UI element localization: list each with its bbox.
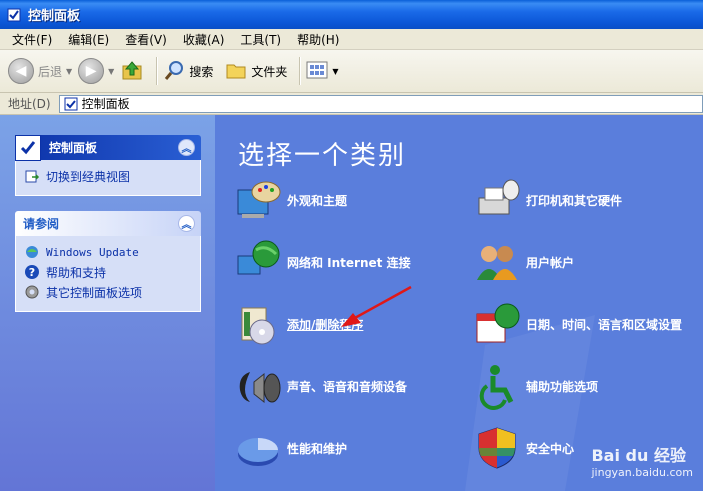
network-icon — [233, 237, 283, 287]
back-button[interactable]: ◀ 后退 ▼ — [8, 58, 72, 84]
category-label: 添加/删除程序 — [287, 317, 364, 332]
menu-help[interactable]: 帮助(H) — [289, 31, 347, 48]
collapse-chevron-icon[interactable]: ︽ — [178, 215, 195, 232]
window-title: 控制面板 — [28, 9, 81, 24]
help-icon: ? — [24, 264, 40, 280]
up-button[interactable] — [120, 58, 144, 85]
category-network[interactable]: 网络和 Internet 连接 — [233, 237, 411, 287]
category-date-time-region[interactable]: 日期、时间、语言和区域设置 — [472, 299, 682, 349]
address-field[interactable]: 控制面板 — [58, 94, 703, 113]
category-label: 日期、时间、语言和区域设置 — [526, 317, 683, 332]
category-view: 选择一个类别 外观和主题 网络和 Internet 连接 添加/删除程序 声音、… — [215, 115, 703, 491]
date-time-icon — [472, 299, 522, 349]
menu-tools[interactable]: 工具(T) — [232, 31, 289, 48]
category-sound[interactable]: 声音、语音和音频设备 — [233, 361, 407, 411]
forward-arrow-icon: ▶ — [78, 58, 105, 84]
views-icon — [306, 60, 328, 83]
category-label: 声音、语音和音频设备 — [287, 379, 408, 394]
category-user-accounts[interactable]: 用户帐户 — [472, 237, 574, 287]
menu-favorites[interactable]: 收藏(A) — [175, 31, 233, 48]
folder-icon — [225, 59, 247, 84]
folder-up-icon — [120, 58, 144, 85]
help-support-label: 帮助和支持 — [46, 265, 107, 280]
content-area: 控制面板 ︽ 切换到经典视图 请参阅 ︽ Windows Update ? 帮助… — [0, 115, 703, 491]
address-bar: 地址(D) 控制面板 — [0, 93, 703, 115]
menu-bar: 文件(F) 编辑(E) 查看(V) 收藏(A) 工具(T) 帮助(H) — [0, 29, 703, 50]
users-icon — [472, 237, 522, 287]
back-arrow-icon: ◀ — [8, 58, 34, 84]
switch-view-icon — [24, 168, 40, 184]
control-panel-panel-body: 切换到经典视图 — [15, 160, 201, 196]
panel-title: 控制面板 — [49, 141, 98, 155]
baidu-watermark: Bai du 经验 jingyan.baidu.com — [591, 442, 693, 479]
other-options-link[interactable]: 其它控制面板选项 — [24, 282, 192, 302]
category-label: 网络和 Internet 连接 — [287, 255, 411, 270]
forward-dropdown-icon[interactable]: ▼ — [108, 67, 114, 76]
category-label: 安全中心 — [526, 441, 575, 456]
task-pane: 控制面板 ︽ 切换到经典视图 请参阅 ︽ Windows Update ? 帮助… — [0, 115, 215, 491]
toolbar-separator — [299, 57, 301, 85]
views-dropdown-icon[interactable]: ▼ — [332, 67, 338, 76]
control-panel-icon — [64, 97, 78, 111]
watermark-brand: Bai du 经验 — [591, 446, 686, 465]
search-icon — [163, 59, 185, 84]
security-shield-icon — [472, 423, 522, 473]
control-panel-check-icon — [15, 134, 41, 161]
page-heading: 选择一个类别 — [238, 141, 407, 171]
control-panel-panel-header[interactable]: 控制面板 ︽ — [15, 134, 201, 161]
search-label: 搜索 — [189, 64, 214, 79]
category-printers-hardware[interactable]: 打印机和其它硬件 — [472, 175, 622, 225]
help-support-link[interactable]: ? 帮助和支持 — [24, 262, 192, 282]
see-also-panel: 请参阅 ︽ Windows Update ? 帮助和支持 其它控制面板选项 — [15, 211, 201, 312]
category-performance[interactable]: 性能和维护 — [233, 423, 347, 473]
category-label: 打印机和其它硬件 — [526, 193, 623, 208]
see-also-header[interactable]: 请参阅 ︽ — [15, 211, 201, 236]
category-label: 辅助功能选项 — [526, 379, 599, 394]
panel-title: 请参阅 — [23, 217, 60, 231]
category-security-center[interactable]: 安全中心 — [472, 423, 574, 473]
windows-update-link[interactable]: Windows Update — [24, 242, 192, 262]
other-options-label: 其它控制面板选项 — [46, 285, 143, 300]
address-label: 地址(D) — [8, 97, 51, 111]
forward-button[interactable]: ▶ ▼ — [78, 58, 114, 84]
collapse-chevron-icon[interactable]: ︽ — [178, 139, 195, 156]
see-also-body: Windows Update ? 帮助和支持 其它控制面板选项 — [15, 236, 201, 312]
menu-file[interactable]: 文件(F) — [4, 31, 60, 48]
folders-label: 文件夹 — [251, 64, 288, 79]
sound-icon — [233, 361, 283, 411]
add-remove-programs-icon — [233, 299, 283, 349]
windows-update-icon — [24, 244, 40, 260]
windows-update-label: Windows Update — [46, 245, 139, 259]
control-panel-panel: 控制面板 ︽ 切换到经典视图 — [15, 134, 201, 196]
svg-text:?: ? — [29, 266, 35, 279]
switch-classic-view-link[interactable]: 切换到经典视图 — [24, 166, 192, 186]
category-add-remove-programs[interactable]: 添加/删除程序 — [233, 299, 363, 349]
appearance-icon — [233, 175, 283, 225]
gear-icon — [24, 284, 40, 300]
address-value: 控制面板 — [81, 97, 130, 111]
menu-edit[interactable]: 编辑(E) — [60, 31, 117, 48]
category-label: 性能和维护 — [287, 441, 348, 456]
printer-icon — [472, 175, 522, 225]
title-bar: 控制面板 — [0, 0, 703, 29]
control-panel-icon — [6, 7, 22, 23]
switch-classic-view-label: 切换到经典视图 — [46, 169, 131, 184]
category-label: 用户帐户 — [526, 255, 575, 270]
menu-view[interactable]: 查看(V) — [117, 31, 175, 48]
toolbar-separator — [156, 57, 158, 85]
views-button[interactable]: ▼ — [306, 60, 339, 83]
category-accessibility[interactable]: 辅助功能选项 — [472, 361, 598, 411]
accessibility-icon — [472, 361, 522, 411]
back-dropdown-icon[interactable]: ▼ — [66, 67, 72, 76]
category-appearance[interactable]: 外观和主题 — [233, 175, 347, 225]
back-label: 后退 — [38, 64, 63, 79]
watermark-url: jingyan.baidu.com — [591, 466, 693, 479]
performance-icon — [233, 423, 283, 473]
category-label: 外观和主题 — [287, 193, 348, 208]
toolbar: ◀ 后退 ▼ ▶ ▼ 搜索 文件夹 ▼ — [0, 50, 703, 93]
search-button[interactable]: 搜索 — [163, 59, 213, 84]
folders-button[interactable]: 文件夹 — [225, 59, 287, 84]
